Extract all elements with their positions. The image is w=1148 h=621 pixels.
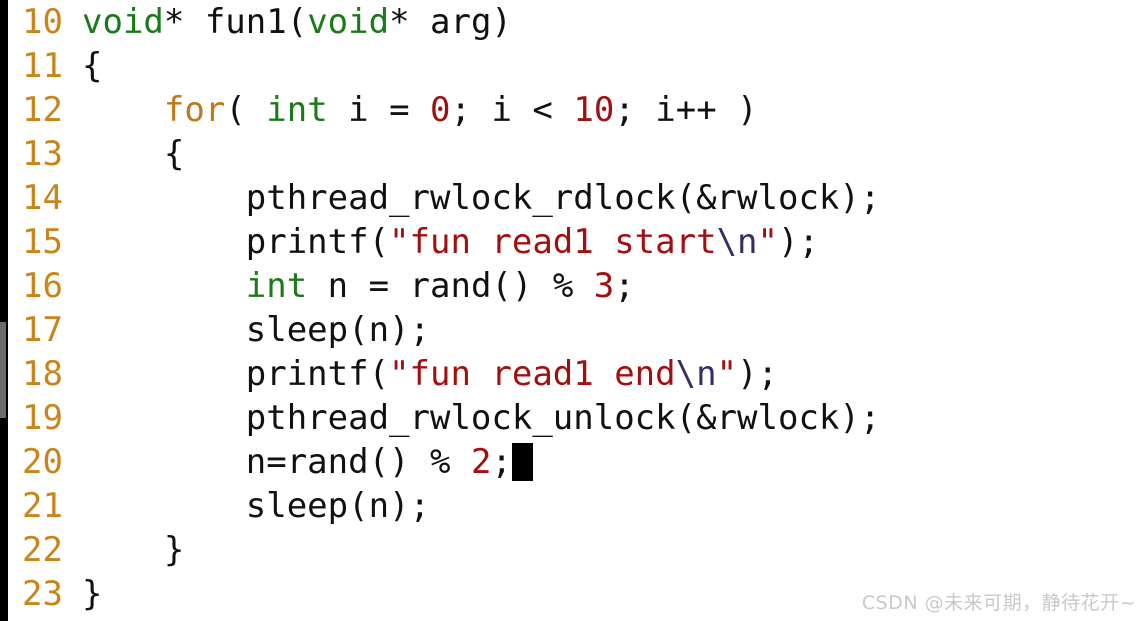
token-plain: { (82, 134, 185, 174)
line-number: 22 (22, 530, 63, 570)
line-content: { (82, 44, 102, 88)
token-num: 2 (470, 442, 492, 482)
token-plain: sleep(n); (82, 486, 430, 526)
token-str: "fun read1 end (389, 354, 676, 394)
code-line[interactable]: 21 sleep(n); (8, 484, 1148, 528)
token-num: 0 (430, 90, 451, 130)
token-plain: n=rand() % (82, 442, 471, 482)
line-content: pthread_rwlock_rdlock(&rwlock); (82, 176, 881, 220)
token-plain: } (82, 530, 185, 570)
token-plain: ; i++ ) (614, 90, 758, 130)
token-str: " (757, 222, 778, 262)
line-number: 12 (22, 90, 63, 130)
line-number: 21 (22, 486, 63, 526)
line-number: 10 (22, 2, 63, 42)
token-esc: \n (716, 222, 758, 262)
token-plain: ( (225, 90, 267, 130)
line-number: 14 (22, 178, 63, 218)
token-plain: { (82, 46, 103, 86)
token-kw: void (82, 2, 164, 42)
token-esc: \n (675, 354, 717, 394)
code-line[interactable]: 13 { (8, 132, 1148, 176)
token-plain: pthread_rwlock_unlock(&rwlock); (82, 398, 881, 438)
line-content: int n = rand() % 3; (82, 264, 635, 308)
token-plain: * arg) (389, 2, 512, 42)
scrollbar-thumb[interactable] (0, 322, 6, 418)
line-content: for( int i = 0; i < 10; i++ ) (82, 88, 758, 132)
line-content: } (82, 528, 184, 572)
line-number: 16 (22, 266, 63, 306)
code-line[interactable]: 14 pthread_rwlock_rdlock(&rwlock); (8, 176, 1148, 220)
text-cursor (511, 443, 533, 481)
token-plain: } (82, 574, 103, 614)
line-number: 17 (22, 310, 63, 350)
line-content: n=rand() % 2; (82, 440, 533, 484)
line-content: printf("fun read1 end\n"); (82, 352, 778, 396)
line-number: 23 (22, 574, 63, 614)
line-number: 19 (22, 398, 63, 438)
code-line[interactable]: 18 printf("fun read1 end\n"); (8, 352, 1148, 396)
line-number: 20 (22, 442, 63, 482)
line-content: pthread_rwlock_unlock(&rwlock); (82, 396, 881, 440)
line-content: sleep(n); (82, 308, 430, 352)
line-number: 13 (22, 134, 63, 174)
token-str: "fun read1 start (389, 222, 717, 262)
token-str: " (716, 354, 738, 394)
token-plain: ; (491, 442, 512, 482)
code-editor-screenshot: 10 void* fun1(void* arg) 11{12 for( int i … (0, 0, 1148, 621)
code-line[interactable]: 17 sleep(n); (8, 308, 1148, 352)
code-line[interactable]: 19 pthread_rwlock_unlock(&rwlock); (8, 396, 1148, 440)
token-plain: ); (778, 222, 819, 262)
token-kw: int (245, 266, 308, 306)
editor-left-rail (0, 0, 8, 621)
token-plain: printf( (82, 354, 390, 394)
token-num: 3 (593, 266, 615, 306)
csdn-watermark: CSDN @未来可期，静待花开~ (861, 592, 1136, 614)
code-line[interactable]: 16 int n = rand() % 3; (8, 264, 1148, 308)
token-ctrl: for (163, 90, 226, 130)
token-kw: int (266, 90, 328, 130)
line-content: { (82, 132, 184, 176)
code-line[interactable]: 15 printf("fun read1 start\n"); (8, 220, 1148, 264)
token-plain: n = rand() % (307, 266, 594, 306)
line-content: printf("fun read1 start\n"); (82, 220, 819, 264)
line-number: 11 (22, 46, 63, 86)
token-plain: ; i < (450, 90, 574, 130)
token-plain: * fun1( (163, 2, 308, 42)
token-plain: printf( (82, 222, 390, 262)
token-plain: ); (737, 354, 779, 394)
code-line[interactable]: 10 void* fun1(void* arg) (8, 0, 1148, 44)
line-content: sleep(n); (82, 484, 430, 528)
line-content: } (82, 572, 102, 616)
token-plain: i = (327, 90, 431, 130)
token-plain: sleep(n); (82, 310, 430, 350)
token-plain: ; (614, 266, 635, 306)
code-view[interactable]: 10 void* fun1(void* arg) 11{12 for( int i … (8, 0, 1148, 621)
token-num: 10 (573, 90, 615, 130)
line-number: 18 (22, 354, 63, 394)
token-plain: pthread_rwlock_rdlock(&rwlock); (82, 178, 881, 218)
code-line[interactable]: 12 for( int i = 0; i < 10; i++ ) (8, 88, 1148, 132)
code-line[interactable]: 11 { (8, 44, 1148, 88)
code-line[interactable]: 20 n=rand() % 2; (8, 440, 1148, 484)
code-line[interactable]: 22 } (8, 528, 1148, 572)
line-number: 15 (22, 222, 63, 262)
line-content: void* fun1(void* arg) (82, 0, 512, 44)
token-kw: void (307, 2, 390, 42)
